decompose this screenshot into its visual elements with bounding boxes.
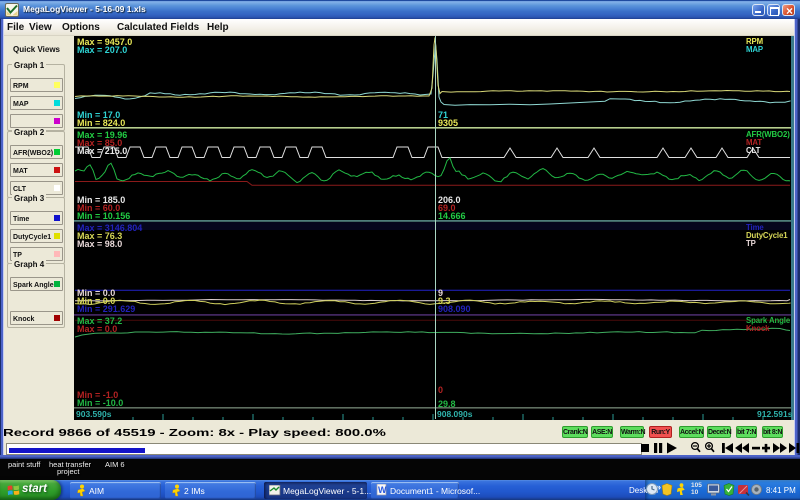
svg-text:W: W: [378, 485, 387, 495]
